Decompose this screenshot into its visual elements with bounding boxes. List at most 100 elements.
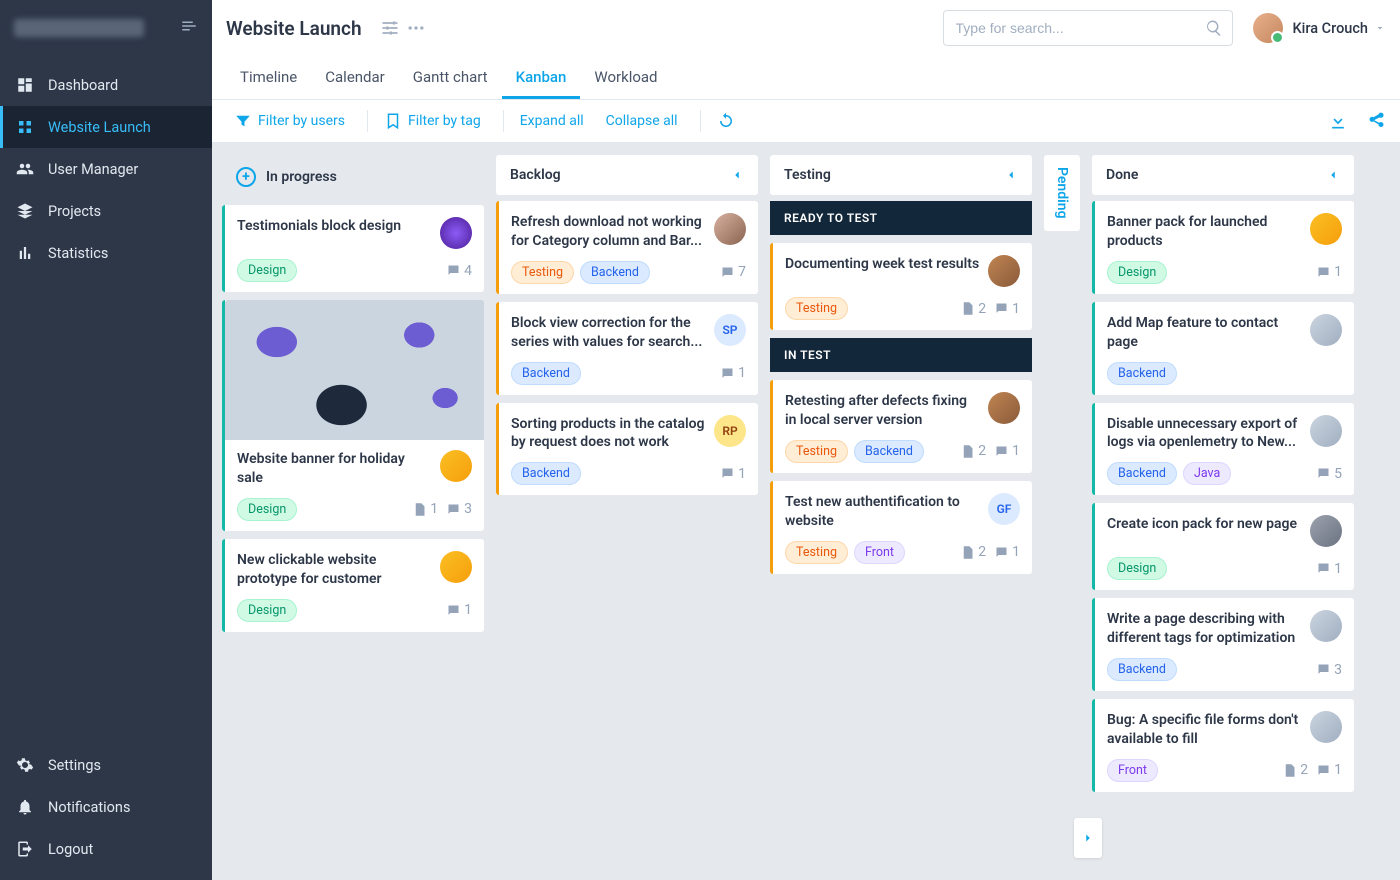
sidebar-item-projects[interactable]: Projects: [0, 190, 212, 232]
gear-icon: [16, 756, 34, 774]
tab-calendar[interactable]: Calendar: [311, 56, 399, 99]
comment-count: 1: [1316, 264, 1342, 280]
sidebar-item-label: Dashboard: [48, 77, 118, 94]
task-card[interactable]: Test new authentification to websiteGF T…: [770, 481, 1032, 574]
card-title: Website banner for holiday sale: [237, 450, 432, 488]
scroll-right-button[interactable]: [1074, 818, 1102, 858]
comment-icon: [446, 502, 461, 517]
tag: Design: [237, 259, 297, 282]
sidebar-item-label: Settings: [48, 757, 101, 774]
task-card[interactable]: Documenting week test results Testing21: [770, 243, 1032, 330]
bell-icon: [16, 798, 34, 816]
sidebar-item-website-launch[interactable]: Website Launch: [0, 106, 212, 148]
task-card[interactable]: Write a page describing with different t…: [1092, 598, 1354, 691]
file-icon: [960, 545, 975, 560]
layers-icon: [16, 202, 34, 220]
column-in-progress: + In progress Testimonials block design …: [222, 155, 484, 880]
card-title: Create icon pack for new page: [1107, 515, 1297, 534]
sidebar-item-user-manager[interactable]: User Manager: [0, 148, 212, 190]
column-header[interactable]: Done: [1092, 155, 1354, 195]
task-card[interactable]: Block view correction for the series wit…: [496, 302, 758, 395]
task-card[interactable]: Refresh download not working for Categor…: [496, 201, 758, 294]
tag: Design: [1107, 557, 1167, 580]
comment-icon: [994, 301, 1009, 316]
column-header[interactable]: Backlog: [496, 155, 758, 195]
file-icon: [960, 301, 975, 316]
card-title: Disable unnecessary export of logs via o…: [1107, 415, 1302, 453]
tag: Front: [854, 541, 905, 564]
refresh-button[interactable]: [709, 108, 749, 134]
comment-icon: [1316, 763, 1331, 778]
filter-by-tag-button[interactable]: Filter by tag: [376, 108, 489, 134]
comment-icon: [1316, 265, 1331, 280]
tag: Testing: [785, 541, 848, 564]
column-done: Done Banner pack for launched products D…: [1092, 155, 1354, 880]
tab-workload[interactable]: Workload: [580, 56, 671, 99]
avatar: RP: [714, 415, 746, 447]
search-input[interactable]: [943, 10, 1233, 46]
tab-gantt[interactable]: Gantt chart: [399, 56, 502, 99]
tag: Backend: [1107, 362, 1177, 385]
column-testing: Testing READY TO TEST Documenting week t…: [770, 155, 1032, 880]
avatar: [1253, 13, 1283, 43]
avatar: [440, 551, 472, 583]
sidebar-item-notifications[interactable]: Notifications: [0, 786, 212, 828]
comment-count: 4: [446, 263, 472, 279]
task-card[interactable]: Sorting products in the catalog by reque…: [496, 403, 758, 496]
column-pending-collapsed[interactable]: Pending: [1044, 155, 1080, 231]
column-header[interactable]: Testing: [770, 155, 1032, 195]
task-card[interactable]: Website banner for holiday sale Design13: [222, 300, 484, 531]
settings-sliders-icon[interactable]: [380, 18, 400, 38]
comment-count: 7: [720, 264, 746, 280]
tab-timeline[interactable]: Timeline: [226, 56, 311, 99]
comment-count: 1: [720, 466, 746, 482]
sidebar-item-label: Notifications: [48, 799, 130, 816]
avatar: [1310, 415, 1342, 447]
task-card[interactable]: Create icon pack for new page Design1: [1092, 503, 1354, 590]
avatar: [988, 392, 1020, 424]
more-icon[interactable]: [406, 18, 426, 38]
comment-count: 1: [720, 365, 746, 381]
collapsed-label: Pending: [1054, 167, 1070, 219]
avatar: [1310, 515, 1342, 547]
refresh-icon: [717, 112, 735, 130]
tab-kanban[interactable]: Kanban: [502, 56, 581, 99]
plus-icon: +: [236, 167, 256, 187]
sidebar-toggle-icon[interactable]: [180, 17, 198, 39]
comment-count: 1: [1316, 762, 1342, 778]
sidebar-item-statistics[interactable]: Statistics: [0, 232, 212, 274]
collapse-all-button[interactable]: Collapse all: [598, 109, 686, 133]
task-card[interactable]: Retesting after defects fixing in local …: [770, 380, 1032, 473]
bookmark-icon: [384, 112, 402, 130]
toolbar: Filter by users Filter by tag Expand all…: [212, 100, 1400, 143]
user-menu[interactable]: Kira Crouch: [1253, 13, 1386, 43]
view-tabs: Timeline Calendar Gantt chart Kanban Wor…: [212, 56, 1400, 100]
expand-all-button[interactable]: Expand all: [512, 109, 592, 133]
download-icon[interactable]: [1328, 111, 1348, 131]
sidebar-item-logout[interactable]: Logout: [0, 828, 212, 870]
column-header[interactable]: + In progress: [222, 155, 484, 199]
chevron-left-icon: [730, 168, 744, 182]
task-card[interactable]: Add Map feature to contact page Backend: [1092, 302, 1354, 395]
task-card[interactable]: Disable unnecessary export of logs via o…: [1092, 403, 1354, 496]
task-card[interactable]: New clickable website prototype for cust…: [222, 539, 484, 632]
users-icon: [16, 160, 34, 178]
task-card[interactable]: Testimonials block design Design4: [222, 205, 484, 292]
task-card[interactable]: Bug: A specific file forms don't availab…: [1092, 699, 1354, 792]
avatar: [1310, 314, 1342, 346]
task-card[interactable]: Banner pack for launched products Design…: [1092, 201, 1354, 294]
attachment-count: 2: [960, 544, 986, 560]
tag: Backend: [1107, 658, 1177, 681]
tag: Backend: [1107, 462, 1177, 485]
card-title: Bug: A specific file forms don't availab…: [1107, 711, 1302, 749]
avatar: [440, 450, 472, 482]
file-icon: [960, 444, 975, 459]
comment-count: 1: [994, 443, 1020, 459]
filter-by-users-button[interactable]: Filter by users: [226, 108, 353, 134]
section-header: READY TO TEST: [770, 201, 1032, 235]
share-icon[interactable]: [1366, 111, 1386, 131]
card-title: Banner pack for launched products: [1107, 213, 1302, 251]
sidebar-item-settings[interactable]: Settings: [0, 744, 212, 786]
sidebar-item-dashboard[interactable]: Dashboard: [0, 64, 212, 106]
sidebar-item-label: Website Launch: [48, 119, 151, 136]
